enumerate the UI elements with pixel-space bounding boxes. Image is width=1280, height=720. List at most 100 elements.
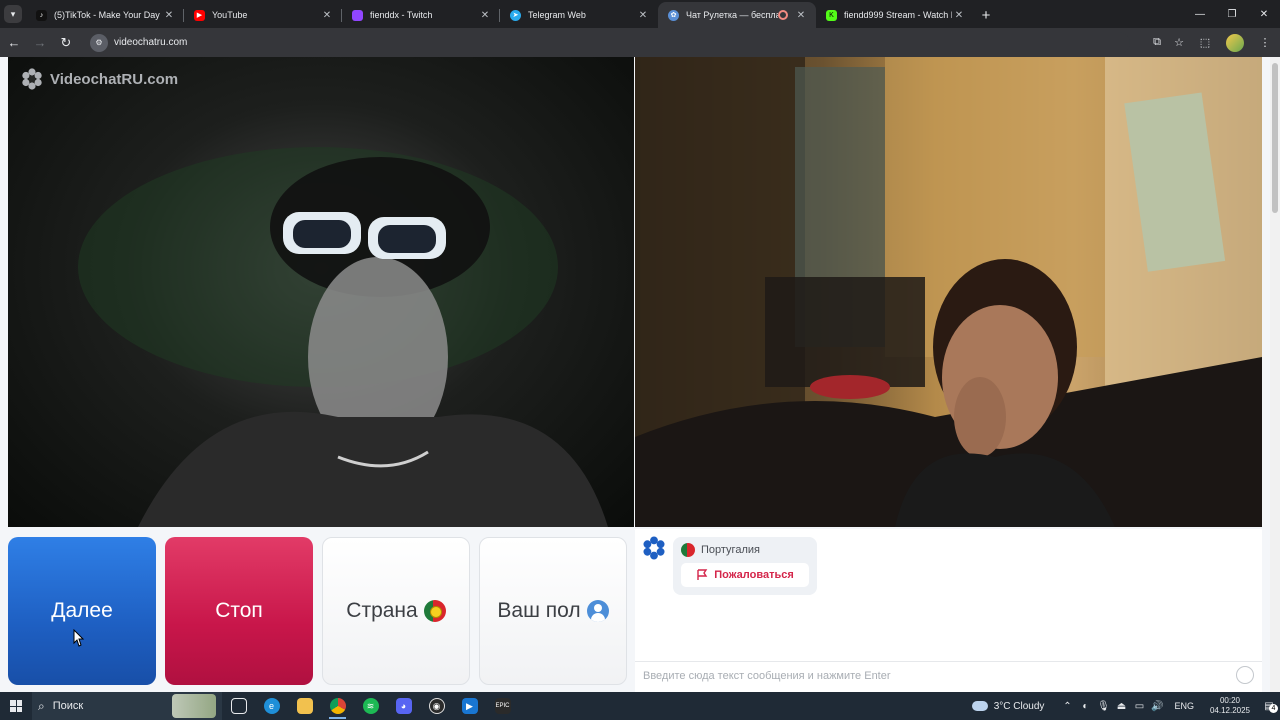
taskbar-edge[interactable]: e bbox=[255, 692, 288, 720]
restore-icon[interactable]: ❐ bbox=[1216, 0, 1248, 28]
telegram-icon: ➤ bbox=[510, 9, 521, 21]
country-button-label: Страна bbox=[346, 599, 418, 622]
search-highlight-image bbox=[172, 694, 216, 718]
videochat-icon: ✿ bbox=[668, 9, 679, 21]
minimize-icon[interactable]: — bbox=[1184, 0, 1216, 28]
forward-arrow-icon[interactable]: → bbox=[28, 31, 52, 55]
back-arrow-icon[interactable]: ← bbox=[2, 31, 26, 55]
taskbar-app-blue[interactable]: ▶ bbox=[453, 692, 486, 720]
close-icon[interactable]: ✕ bbox=[952, 10, 966, 21]
next-button-label: Далее bbox=[51, 599, 113, 622]
tab-youtube[interactable]: ▶ YouTube ✕ bbox=[184, 2, 342, 28]
tab-twitch[interactable]: fienddx - Twitch ✕ bbox=[342, 2, 500, 28]
close-icon[interactable]: ✕ bbox=[636, 10, 650, 21]
close-icon[interactable]: ✕ bbox=[320, 10, 334, 21]
weather-text: 3°C Cloudy bbox=[993, 700, 1045, 712]
start-button[interactable] bbox=[0, 692, 32, 720]
partner-country-row: Португалия bbox=[681, 543, 760, 557]
chevron-up-icon[interactable]: ⌃ bbox=[1059, 701, 1075, 712]
report-button-label: Пожаловаться bbox=[714, 569, 794, 581]
stop-button-label: Стоп bbox=[215, 599, 263, 622]
taskbar-obs[interactable]: ◉ bbox=[420, 692, 453, 720]
flower-logo-icon bbox=[22, 68, 42, 90]
partner-video bbox=[635, 57, 1262, 527]
tab-title: fiendd999 Stream - Watch Live bbox=[844, 10, 952, 20]
taskbar-discord[interactable]: ◕ bbox=[387, 692, 420, 720]
country-button[interactable]: Страна bbox=[322, 537, 470, 685]
site-logo[interactable]: VideochatRU.com bbox=[20, 67, 178, 91]
mic-icon[interactable]: 🎙 bbox=[1095, 701, 1111, 712]
speaker-icon[interactable]: 🔊 bbox=[1149, 701, 1165, 712]
taskbar-epic[interactable]: EPIC bbox=[486, 692, 519, 720]
reload-icon[interactable]: ↻ bbox=[54, 31, 78, 55]
discord-icon: ◕ bbox=[395, 698, 412, 714]
bookmark-star-icon[interactable]: ☆ bbox=[1168, 32, 1190, 54]
mouse-pointer-icon bbox=[73, 629, 85, 647]
window-controls: — ❐ ✕ bbox=[1184, 0, 1280, 28]
cloud-icon bbox=[971, 701, 988, 711]
close-window-icon[interactable]: ✕ bbox=[1248, 0, 1280, 28]
clock[interactable]: 00:20 04.12.2025 bbox=[1210, 696, 1250, 716]
scrollbar-thumb[interactable] bbox=[1272, 63, 1278, 213]
taskbar-explorer[interactable] bbox=[288, 692, 321, 720]
recording-icon bbox=[778, 10, 788, 20]
stop-button[interactable]: Стоп bbox=[165, 537, 313, 685]
taskbar-chrome[interactable] bbox=[321, 692, 354, 720]
weather-widget[interactable]: 3°C Cloudy bbox=[971, 700, 1045, 712]
address-bar[interactable]: ⚙ videochatru.com bbox=[90, 31, 1130, 54]
tab-tiktok[interactable]: ♪ (5)TikTok - Make Your Day ✕ bbox=[26, 2, 184, 28]
youtube-icon: ▶ bbox=[194, 9, 205, 21]
taskbar-search[interactable]: ⌕ Поиск bbox=[32, 692, 222, 720]
self-video: VideochatRU.com bbox=[8, 57, 634, 527]
profile-avatar[interactable] bbox=[1226, 33, 1244, 52]
chevron-down-icon: ▾ bbox=[4, 5, 22, 23]
twitch-icon bbox=[352, 9, 363, 21]
report-button[interactable]: Пожаловаться bbox=[681, 563, 809, 587]
taskbar-spotify[interactable]: ≋ bbox=[354, 692, 387, 720]
page-scrollbar[interactable] bbox=[1270, 57, 1280, 692]
clock-date: 04.12.2025 bbox=[1209, 706, 1250, 715]
notification-center-button[interactable]: ▤ 4 bbox=[1258, 692, 1280, 720]
portugal-flag-icon bbox=[423, 600, 446, 622]
extensions-icon[interactable]: ⬚ bbox=[1190, 31, 1220, 55]
gender-button-label: Ваш пол bbox=[497, 599, 581, 622]
tab-title: Telegram Web bbox=[528, 10, 586, 20]
notification-badge: 4 bbox=[1269, 704, 1278, 713]
task-view-button[interactable] bbox=[222, 692, 255, 720]
logo-text: VideochatRU.com bbox=[50, 70, 179, 88]
close-icon[interactable]: ✕ bbox=[162, 10, 176, 21]
epic-games-icon: EPIC bbox=[494, 698, 511, 714]
language-indicator[interactable]: ENG bbox=[1174, 701, 1194, 711]
new-tab-button[interactable]: + bbox=[974, 2, 998, 28]
search-icon: ⌕ bbox=[38, 698, 45, 713]
tab-telegram[interactable]: ➤ Telegram Web ✕ bbox=[500, 2, 658, 28]
network-icon[interactable]: ▭ bbox=[1131, 701, 1147, 712]
partner-country: Португалия bbox=[701, 544, 760, 556]
tab-videochat[interactable]: ✿ Чат Рулетка — бесплатный ✕ bbox=[658, 2, 816, 28]
chat-panel: Португалия Пожаловаться Введите сюда тек… bbox=[635, 529, 1262, 692]
taskbar-search-label: Поиск bbox=[52, 700, 84, 712]
clock-time: 00:20 bbox=[1219, 696, 1240, 705]
tab-search-button[interactable]: ▾ bbox=[0, 0, 26, 28]
user-avatar-icon bbox=[586, 600, 609, 622]
chat-message-input[interactable]: Введите сюда текст сообщения и нажмите E… bbox=[635, 661, 1262, 689]
tab-title: (5)TikTok - Make Your Day bbox=[54, 10, 160, 20]
tab-title: Чат Рулетка — бесплатный bbox=[686, 10, 778, 20]
next-button[interactable]: Далее bbox=[8, 537, 156, 685]
menu-kebab-icon[interactable]: ⋮ bbox=[1250, 31, 1280, 55]
browser-tab-strip: ▾ ♪ (5)TikTok - Make Your Day ✕ ▶ YouTub… bbox=[0, 0, 1280, 28]
kick-icon: K bbox=[826, 9, 837, 21]
usb-icon[interactable]: ⏏ bbox=[1113, 701, 1129, 712]
gender-button[interactable]: Ваш пол bbox=[479, 537, 627, 685]
chrome-icon bbox=[329, 698, 346, 714]
toolbar-right: ⬚ ⋮ bbox=[1190, 28, 1280, 57]
close-icon[interactable]: ✕ bbox=[794, 10, 808, 21]
portugal-flag-icon bbox=[681, 543, 695, 557]
cast-icon[interactable]: ⧉ bbox=[1146, 32, 1168, 54]
close-icon[interactable]: ✕ bbox=[478, 10, 492, 21]
emoji-icon[interactable] bbox=[1236, 666, 1254, 684]
partner-info-card: Португалия Пожаловаться bbox=[673, 537, 817, 595]
meet-icon[interactable]: ◐ bbox=[1077, 701, 1093, 712]
tab-kick[interactable]: K fiendd999 Stream - Watch Live ✕ bbox=[816, 2, 974, 28]
site-info-icon[interactable]: ⚙ bbox=[90, 33, 108, 52]
